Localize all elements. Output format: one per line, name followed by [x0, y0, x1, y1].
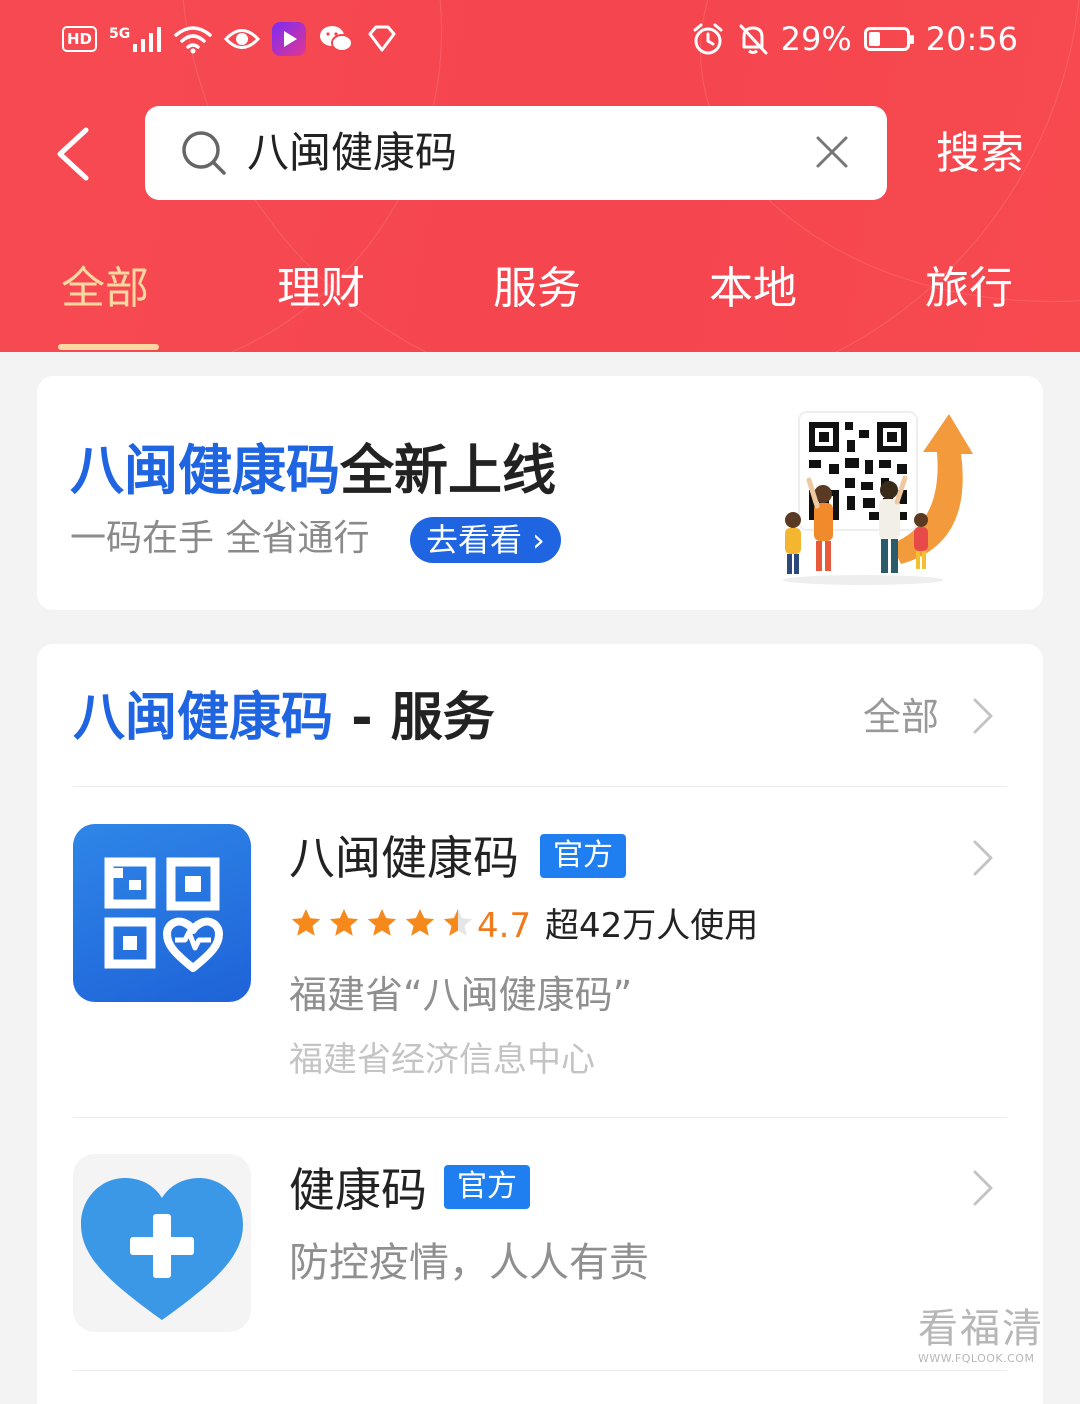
official-badge: 官方	[444, 1165, 530, 1209]
star-full-icon	[329, 908, 359, 936]
header: HD 5G 29% 20:56 八闽健康码 搜索 全部 理财 服务 本地 旅行	[0, 0, 1080, 352]
divider	[73, 1117, 1007, 1118]
watermark-logo: 看福清	[918, 1306, 1044, 1352]
app-description: 福建省“八闽健康码”	[289, 973, 633, 1017]
qr-heart-icon	[104, 857, 223, 972]
tab-travel[interactable]: 旅行	[925, 258, 1013, 320]
battery-percent: 29%	[780, 20, 852, 58]
official-badge: 官方	[540, 834, 626, 878]
active-tab-indicator	[58, 344, 159, 350]
tab-services[interactable]: 服务	[493, 258, 581, 320]
banner-title: 八闽健康码全新上线	[70, 436, 556, 506]
chevron-right-icon[interactable]	[971, 696, 995, 736]
divider	[73, 786, 1007, 787]
eye-icon	[224, 29, 261, 49]
watermark: 看福清 WWW.FQLOOK.COM	[918, 1306, 1058, 1366]
heart-plus-icon	[81, 1178, 243, 1320]
network-type: 5G	[109, 26, 131, 42]
banner-go-button[interactable]: 去看看 ›	[410, 517, 561, 563]
wifi-icon	[174, 26, 212, 54]
banner-title-highlight: 八闽健康码	[70, 439, 340, 502]
app-icon-heart-plus	[73, 1154, 251, 1332]
section-title-rest: - 服务	[333, 688, 495, 748]
qr-code-people-illustration	[783, 411, 973, 585]
search-button[interactable]: 搜索	[936, 126, 1024, 182]
hd-icon: HD	[62, 26, 98, 52]
alarm-icon	[693, 23, 723, 55]
search-icon	[182, 131, 226, 175]
divider	[73, 1370, 1007, 1371]
tab-all[interactable]: 全部	[61, 258, 149, 320]
app-provider: 福建省经济信息中心	[289, 1040, 595, 1080]
section-title: 八闽健康码 - 服务	[73, 684, 495, 752]
battery-icon	[863, 27, 914, 51]
service-results-card: 八闽健康码 - 服务 全部 八闽健康码 官方 4.7 超42万人使用 福建省“八…	[37, 644, 1043, 1404]
watermark-url: WWW.FQLOOK.COM	[918, 1352, 1035, 1365]
app-icon-qr-heart	[73, 824, 251, 1002]
diamond-icon	[368, 25, 396, 52]
app-name: 健康码	[289, 1163, 427, 1217]
mute-bell-icon	[739, 24, 768, 55]
signal-icon: 5G	[109, 26, 162, 52]
app-description: 防控疫情，人人有责	[289, 1240, 649, 1286]
tab-finance[interactable]: 理财	[277, 258, 365, 320]
section-title-highlight: 八闽健康码	[73, 688, 334, 748]
star-rating	[289, 906, 475, 940]
chevron-right-icon[interactable]	[971, 1168, 995, 1208]
promo-banner[interactable]: 八闽健康码全新上线 一码在手 全省通行 去看看 ›	[37, 376, 1043, 610]
close-icon[interactable]	[815, 135, 849, 169]
search-query: 八闽健康码	[247, 128, 458, 177]
app-name: 八闽健康码	[289, 831, 519, 885]
status-bar: HD 5G 29% 20:56	[0, 0, 1080, 82]
banner-subtitle: 一码在手 全省通行	[70, 518, 370, 559]
rating-value: 4.7	[477, 906, 532, 946]
star-full-icon	[405, 908, 435, 936]
star-full-icon	[291, 908, 321, 936]
banner-title-rest: 全新上线	[340, 439, 556, 502]
wechat-icon	[320, 26, 354, 52]
user-count: 超42万人使用	[545, 906, 759, 946]
search-input[interactable]: 八闽健康码	[145, 106, 887, 200]
chevron-right-icon[interactable]	[971, 838, 995, 878]
back-arrow-icon[interactable]	[52, 122, 112, 186]
clock: 20:56	[925, 20, 1018, 58]
category-tabs: 全部 理财 服务 本地 旅行	[0, 258, 1080, 352]
star-full-icon	[367, 908, 397, 936]
view-all-link[interactable]: 全部	[863, 690, 939, 744]
video-app-icon	[272, 22, 307, 56]
tab-local[interactable]: 本地	[709, 258, 797, 320]
star-half-icon	[443, 908, 473, 936]
